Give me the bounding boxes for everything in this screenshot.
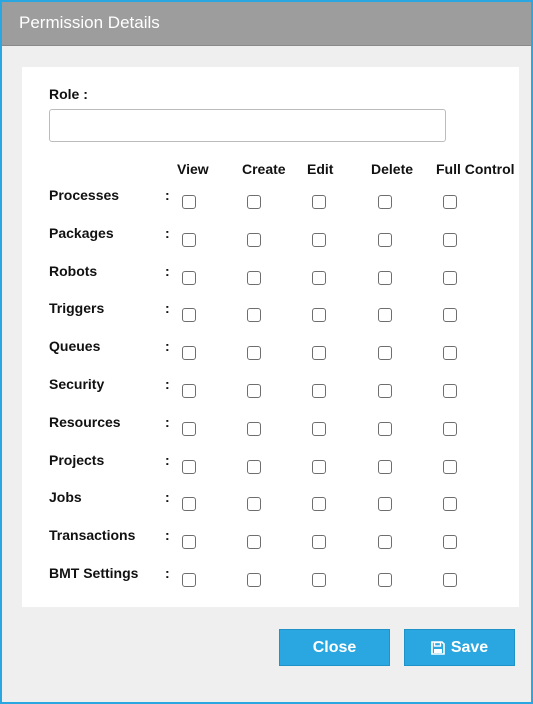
row-separator: : xyxy=(165,565,170,581)
checkbox-jobs-create[interactable] xyxy=(247,497,261,512)
checkbox-projects-edit[interactable] xyxy=(312,459,326,474)
row-separator: : xyxy=(165,300,170,317)
checkbox-triggers-full-control[interactable] xyxy=(443,308,457,323)
floppy-disk-icon xyxy=(431,640,445,655)
row-label-security: Security xyxy=(49,376,105,392)
row-separator: : xyxy=(165,187,170,203)
checkbox-security-edit[interactable] xyxy=(312,384,326,398)
checkbox-processes-edit[interactable] xyxy=(312,195,326,209)
checkbox-resources-full-control[interactable] xyxy=(443,421,457,436)
checkbox-security-delete[interactable] xyxy=(378,384,392,398)
row-separator: : xyxy=(165,451,170,468)
checkbox-packages-full-control[interactable] xyxy=(443,232,457,247)
row-label-queues: Queues xyxy=(49,338,101,355)
checkbox-processes-create[interactable] xyxy=(247,195,261,209)
checkbox-security-view[interactable] xyxy=(182,384,196,398)
dialog-titlebar: Permission Details xyxy=(2,2,531,46)
checkbox-bmt-settings-view[interactable] xyxy=(182,573,196,587)
role-input[interactable] xyxy=(49,109,446,142)
checkbox-bmt-settings-edit[interactable] xyxy=(312,573,326,587)
row-separator: : xyxy=(165,262,170,279)
checkbox-transactions-full-control[interactable] xyxy=(443,535,457,550)
checkbox-bmt-settings-delete[interactable] xyxy=(378,573,392,587)
column-header-full-control: Full Control xyxy=(436,161,515,177)
row-label-resources: Resources xyxy=(49,413,121,430)
checkbox-projects-view[interactable] xyxy=(182,459,196,474)
column-header-create: Create xyxy=(242,161,286,177)
checkbox-projects-delete[interactable] xyxy=(378,459,392,474)
close-button[interactable]: Close xyxy=(279,629,390,666)
row-label-packages: Packages xyxy=(49,224,114,241)
checkbox-queues-view[interactable] xyxy=(182,346,196,361)
row-separator: : xyxy=(165,489,170,506)
checkbox-packages-view[interactable] xyxy=(182,232,196,247)
checkbox-triggers-view[interactable] xyxy=(182,308,196,323)
column-header-view: View xyxy=(177,161,209,177)
checkbox-jobs-edit[interactable] xyxy=(312,497,326,512)
checkbox-transactions-view[interactable] xyxy=(182,535,196,550)
row-label-projects: Projects xyxy=(49,451,105,468)
row-label-processes: Processes xyxy=(49,187,120,203)
close-button-label: Close xyxy=(312,638,357,656)
checkbox-robots-full-control[interactable] xyxy=(443,270,457,285)
save-button[interactable]: Save xyxy=(404,629,515,666)
checkbox-processes-full-control[interactable] xyxy=(443,195,457,209)
checkbox-resources-view[interactable] xyxy=(182,421,196,436)
row-label-bmt-settings: BMT Settings xyxy=(49,565,139,581)
checkbox-robots-view[interactable] xyxy=(182,270,196,285)
checkbox-triggers-delete[interactable] xyxy=(378,308,392,323)
checkbox-resources-edit[interactable] xyxy=(312,421,326,436)
role-label: Role : xyxy=(49,86,88,102)
checkbox-processes-delete[interactable] xyxy=(378,195,392,209)
row-separator: : xyxy=(165,376,170,392)
column-header-edit: Edit xyxy=(307,161,334,177)
checkbox-queues-delete[interactable] xyxy=(378,346,392,361)
checkbox-queues-full-control[interactable] xyxy=(443,346,457,361)
row-separator: : xyxy=(165,413,170,430)
checkbox-robots-delete[interactable] xyxy=(378,270,392,285)
row-label-triggers: Triggers xyxy=(49,300,105,317)
checkbox-transactions-delete[interactable] xyxy=(378,535,392,550)
checkbox-resources-create[interactable] xyxy=(247,421,261,436)
checkbox-triggers-edit[interactable] xyxy=(312,308,326,323)
checkbox-security-full-control[interactable] xyxy=(443,384,457,398)
checkbox-transactions-create[interactable] xyxy=(247,535,261,550)
checkbox-security-create[interactable] xyxy=(247,384,261,398)
dialog-title: Permission Details xyxy=(19,13,160,32)
row-label-transactions: Transactions xyxy=(49,527,136,544)
checkbox-packages-delete[interactable] xyxy=(378,232,392,247)
checkbox-triggers-create[interactable] xyxy=(247,308,261,323)
checkbox-projects-full-control[interactable] xyxy=(443,459,457,474)
checkbox-robots-create[interactable] xyxy=(247,270,261,285)
column-header-delete: Delete xyxy=(371,161,414,177)
checkbox-queues-create[interactable] xyxy=(247,346,261,361)
row-label-robots: Robots xyxy=(49,262,98,279)
checkbox-jobs-view[interactable] xyxy=(182,497,196,512)
checkbox-resources-delete[interactable] xyxy=(378,421,392,436)
checkbox-bmt-settings-full-control[interactable] xyxy=(443,573,457,587)
checkbox-queues-edit[interactable] xyxy=(312,346,326,361)
permissions-panel: Role : View Create Edit Delete Full Cont… xyxy=(22,67,519,607)
checkbox-transactions-edit[interactable] xyxy=(312,535,326,550)
checkbox-bmt-settings-create[interactable] xyxy=(247,573,261,587)
checkbox-packages-edit[interactable] xyxy=(312,232,326,247)
permission-dialog: Permission Details Role : View Create Ed… xyxy=(0,0,533,704)
row-label-jobs: Jobs xyxy=(49,489,82,506)
checkbox-processes-view[interactable] xyxy=(182,195,196,209)
checkbox-projects-create[interactable] xyxy=(247,459,261,474)
row-separator: : xyxy=(165,338,170,355)
row-separator: : xyxy=(165,224,170,241)
checkbox-packages-create[interactable] xyxy=(247,232,261,247)
checkbox-jobs-full-control[interactable] xyxy=(443,497,457,512)
save-button-label: Save xyxy=(450,638,489,656)
checkbox-robots-edit[interactable] xyxy=(312,270,326,285)
checkbox-jobs-delete[interactable] xyxy=(378,497,392,512)
row-separator: : xyxy=(165,527,170,544)
